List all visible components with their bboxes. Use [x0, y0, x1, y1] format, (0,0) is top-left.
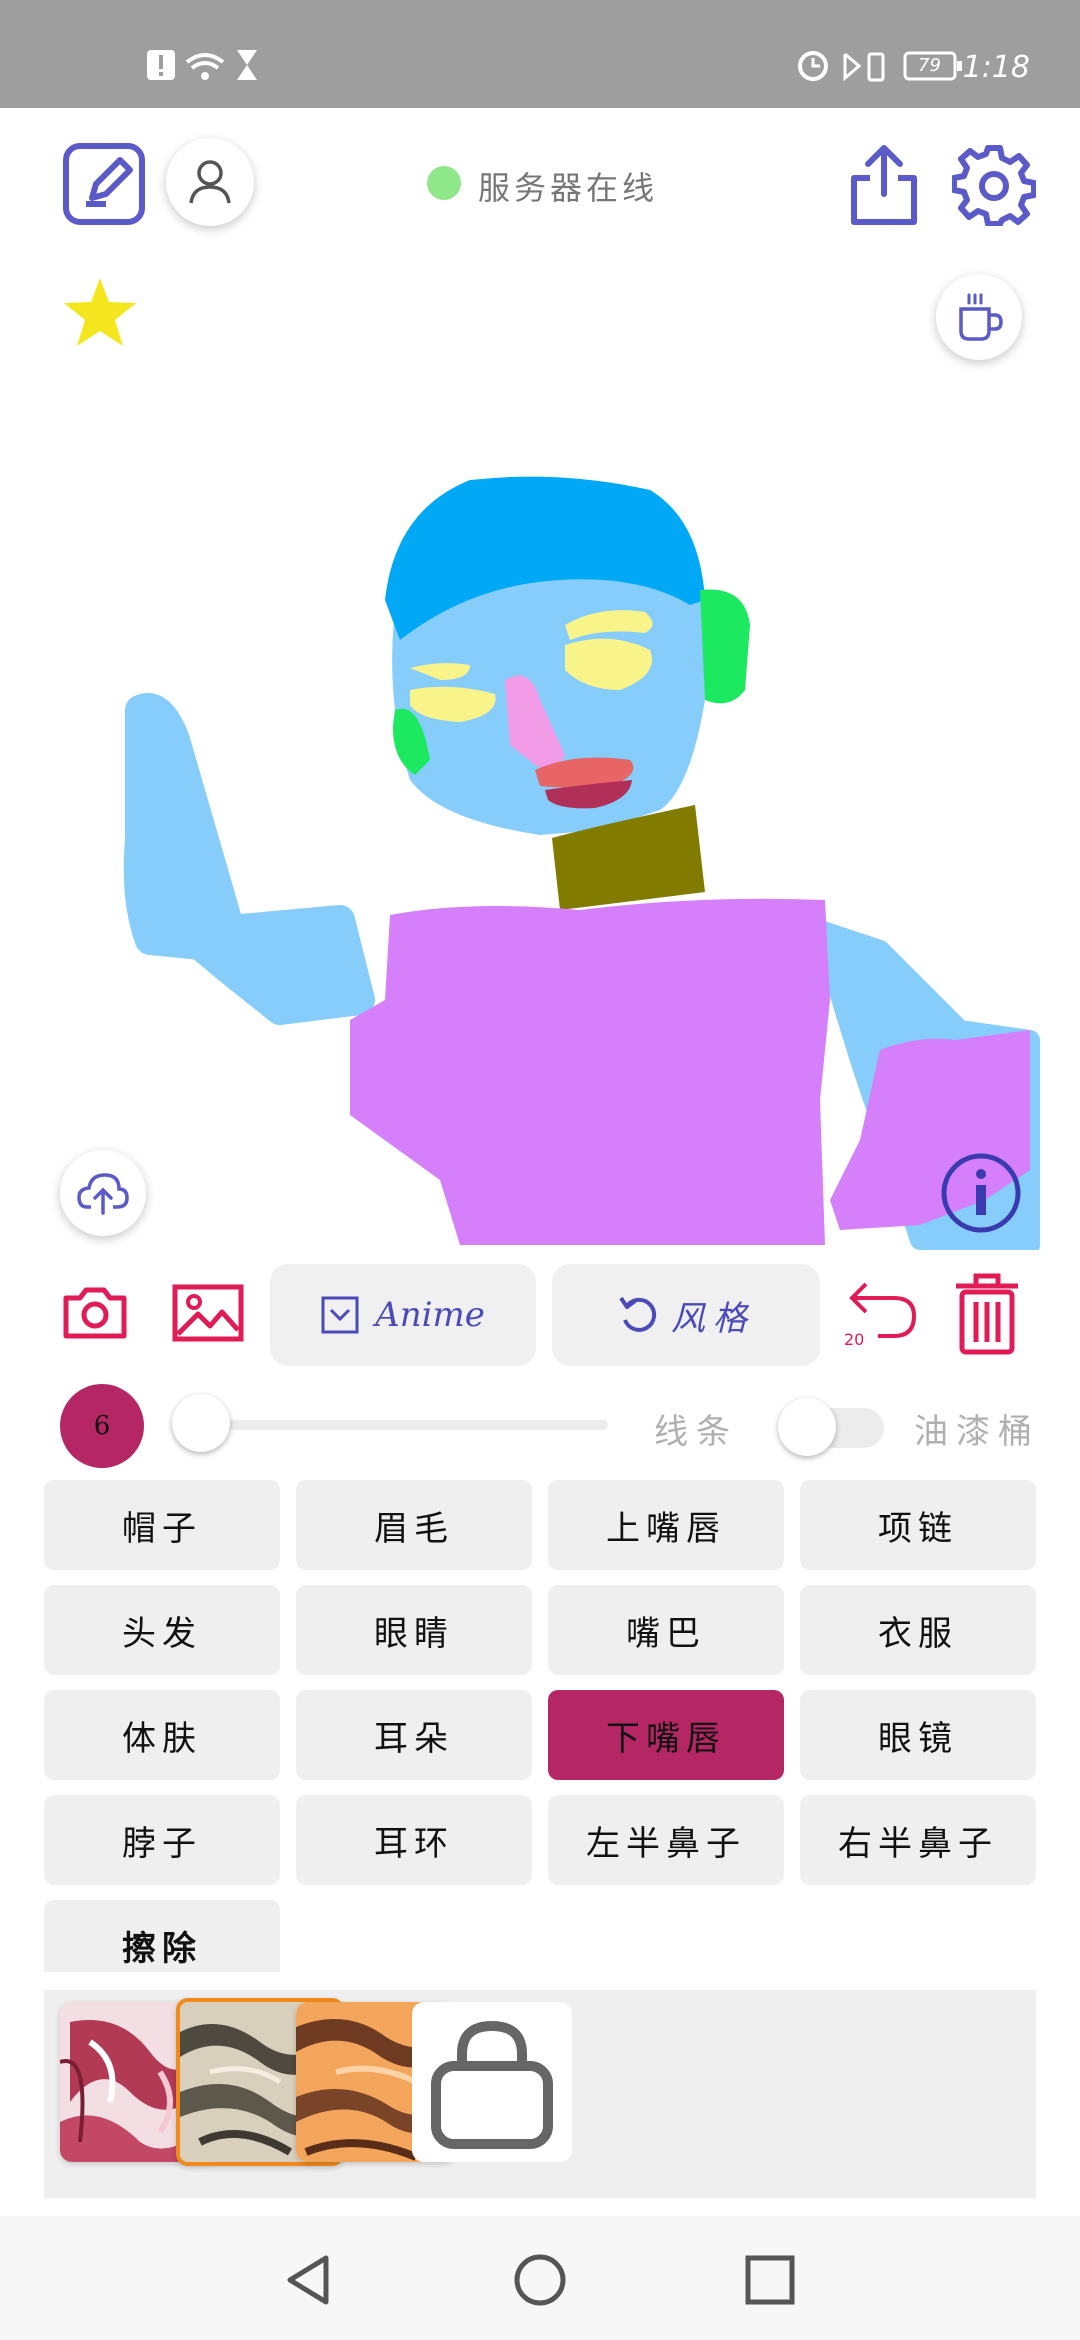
part-button[interactable]: 右半鼻子 — [800, 1795, 1036, 1885]
store-locked-button[interactable] — [412, 2002, 572, 2162]
profile-button[interactable] — [166, 138, 254, 226]
bucket-toggle-knob — [778, 1398, 836, 1456]
cloud-upload-button[interactable] — [60, 1150, 146, 1236]
style-strip — [44, 1990, 1036, 2198]
part-button-label: 右半鼻子 — [838, 1823, 998, 1864]
status-bar: 79 1:18 — [0, 0, 1080, 108]
trash-icon[interactable] — [952, 1272, 1022, 1356]
brush-size-indicator: 6 — [60, 1384, 144, 1468]
part-button[interactable]: 擦除 — [44, 1900, 280, 1972]
camera-icon[interactable] — [62, 1284, 128, 1340]
part-button[interactable]: 眉毛 — [296, 1480, 532, 1570]
part-button-label: 衣服 — [878, 1613, 958, 1654]
part-button-label: 嘴巴 — [626, 1613, 706, 1654]
user-icon — [189, 160, 231, 204]
anime-mode-label: Anime — [375, 1295, 485, 1335]
status-time: 1:18 — [962, 50, 1030, 85]
part-button[interactable]: 项链 — [800, 1480, 1036, 1570]
part-button[interactable]: 下嘴唇 — [548, 1690, 784, 1780]
gear-icon[interactable] — [951, 142, 1037, 227]
part-button[interactable]: 眼睛 — [296, 1585, 532, 1675]
recents-icon[interactable] — [744, 2254, 796, 2306]
part-button-label: 帽子 — [122, 1508, 202, 1549]
part-button-label: 头发 — [122, 1613, 202, 1654]
part-button-label: 左半鼻子 — [586, 1823, 746, 1864]
line-mode-label: 线条 — [654, 1412, 738, 1452]
part-button-label: 上嘴唇 — [606, 1508, 726, 1549]
checkbox-icon — [321, 1296, 359, 1334]
info-icon[interactable] — [940, 1152, 1022, 1234]
anime-mode-button[interactable]: Anime — [270, 1264, 536, 1366]
part-grid: 帽子 眉毛 上嘴唇 项链头发 眼睛 嘴巴 衣服体肤 耳朵 下嘴唇 眼镜脖子 耳环 左半鼻子 右半鼻子擦除 — [44, 1480, 1040, 1972]
part-button-label: 耳环 — [374, 1823, 454, 1864]
rotate-icon — [619, 1296, 657, 1332]
part-button[interactable]: 上嘴唇 — [548, 1480, 784, 1570]
star-icon[interactable] — [62, 276, 138, 348]
part-button-label: 眼镜 — [878, 1718, 958, 1759]
part-button-label: 项链 — [878, 1508, 958, 1549]
part-button-label: 眉毛 — [374, 1508, 454, 1549]
lock-bag-icon — [431, 2020, 553, 2149]
part-button[interactable]: 耳朵 — [296, 1690, 532, 1780]
part-button-label: 耳朵 — [374, 1718, 454, 1759]
gallery-icon[interactable] — [172, 1284, 244, 1342]
part-button[interactable]: 左半鼻子 — [548, 1795, 784, 1885]
bucket-label: 油漆桶 — [914, 1412, 1040, 1452]
bucket-toggle[interactable] — [778, 1398, 886, 1456]
status-icons-left — [147, 50, 257, 80]
coffee-cup-icon — [959, 293, 1003, 341]
part-button-label: 眼睛 — [374, 1613, 454, 1654]
part-button-label: 体肤 — [122, 1718, 202, 1759]
undo-button[interactable]: 20 — [842, 1278, 920, 1352]
part-button[interactable]: 嘴巴 — [548, 1585, 784, 1675]
cloud-upload-icon — [77, 1173, 129, 1215]
home-icon[interactable] — [512, 2252, 568, 2308]
part-button[interactable]: 衣服 — [800, 1585, 1036, 1675]
style-button[interactable]: 风格 — [552, 1264, 820, 1366]
battery-level: 79 — [918, 55, 941, 76]
part-button[interactable]: 眼镜 — [800, 1690, 1036, 1780]
coffee-button[interactable] — [936, 274, 1022, 360]
part-button[interactable]: 帽子 — [44, 1480, 280, 1570]
part-button[interactable]: 耳环 — [296, 1795, 532, 1885]
edit-icon[interactable] — [62, 142, 146, 226]
server-status-label: 服务器在线 — [478, 169, 659, 207]
part-button-label: 下嘴唇 — [606, 1718, 726, 1759]
status-icons-right — [798, 51, 962, 82]
drawing-canvas[interactable] — [0, 360, 1080, 1255]
part-button[interactable]: 脖子 — [44, 1795, 280, 1885]
part-button-label: 脖子 — [122, 1823, 202, 1864]
slider-thumb[interactable] — [172, 1394, 230, 1452]
drawing-artwork — [123, 476, 1040, 1255]
part-button[interactable]: 头发 — [44, 1585, 280, 1675]
back-icon[interactable] — [282, 2252, 338, 2308]
part-button[interactable]: 体肤 — [44, 1690, 280, 1780]
undo-count: 20 — [844, 1330, 865, 1349]
part-button-label: 擦除 — [122, 1928, 202, 1969]
style-label: 风格 — [671, 1298, 755, 1339]
server-status-dot — [427, 166, 461, 200]
share-icon[interactable] — [848, 142, 920, 228]
navigation-bar — [0, 2216, 1080, 2340]
brush-size-slider[interactable] — [186, 1420, 608, 1430]
